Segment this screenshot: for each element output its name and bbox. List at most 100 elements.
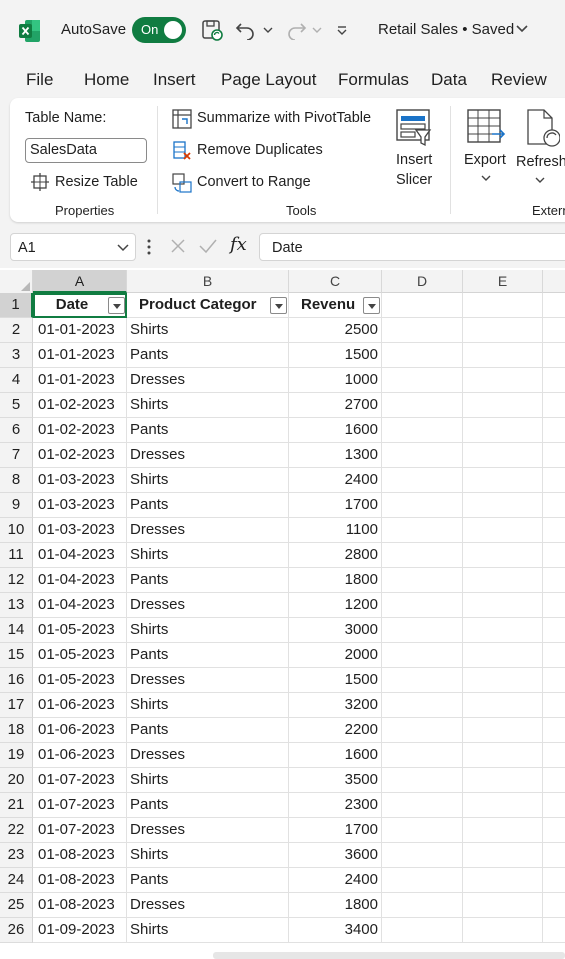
- revenue-cell[interactable]: 2700: [289, 393, 382, 418]
- category-cell[interactable]: Pants: [127, 643, 289, 668]
- empty-cell[interactable]: [463, 493, 543, 518]
- more-options-icon[interactable]: [146, 238, 152, 256]
- undo-icon[interactable]: [234, 17, 258, 43]
- empty-cell[interactable]: [382, 568, 463, 593]
- revenue-cell[interactable]: 2300: [289, 793, 382, 818]
- empty-cell[interactable]: [463, 593, 543, 618]
- empty-cell[interactable]: [543, 418, 565, 443]
- date-filter-button[interactable]: [108, 297, 125, 314]
- date-cell[interactable]: 01-01-2023: [33, 368, 127, 393]
- empty-cell[interactable]: [382, 818, 463, 843]
- empty-cell[interactable]: [463, 343, 543, 368]
- empty-cell[interactable]: [543, 518, 565, 543]
- revenue-cell[interactable]: 2800: [289, 543, 382, 568]
- date-cell[interactable]: 01-08-2023: [33, 868, 127, 893]
- row-header[interactable]: 5: [0, 393, 33, 418]
- revenue-cell[interactable]: 3200: [289, 693, 382, 718]
- row-header[interactable]: 21: [0, 793, 33, 818]
- date-cell[interactable]: 01-01-2023: [33, 318, 127, 343]
- empty-cell[interactable]: [382, 668, 463, 693]
- autosave-toggle[interactable]: On: [132, 17, 186, 43]
- tab-insert[interactable]: Insert: [153, 70, 196, 90]
- revenue-cell[interactable]: 2000: [289, 643, 382, 668]
- revenue-cell[interactable]: 1800: [289, 568, 382, 593]
- horizontal-scrollbar[interactable]: [213, 952, 565, 959]
- date-cell[interactable]: 01-08-2023: [33, 843, 127, 868]
- row-header[interactable]: 2: [0, 318, 33, 343]
- empty-cell[interactable]: [382, 693, 463, 718]
- empty-cell[interactable]: [382, 468, 463, 493]
- empty-cell[interactable]: [543, 768, 565, 793]
- tab-review[interactable]: Review: [491, 70, 547, 90]
- category-cell[interactable]: Pants: [127, 493, 289, 518]
- select-all-corner[interactable]: [0, 270, 33, 293]
- empty-cell[interactable]: [382, 643, 463, 668]
- empty-cell[interactable]: [543, 818, 565, 843]
- revenue-cell[interactable]: 3000: [289, 618, 382, 643]
- date-cell[interactable]: 01-04-2023: [33, 593, 127, 618]
- customize-toolbar-icon[interactable]: [334, 17, 350, 43]
- undo-dropdown-chevron-icon[interactable]: [262, 17, 274, 43]
- empty-cell[interactable]: [463, 543, 543, 568]
- empty-cell[interactable]: [382, 443, 463, 468]
- row-header[interactable]: 17: [0, 693, 33, 718]
- row-header[interactable]: 19: [0, 743, 33, 768]
- revenue-cell[interactable]: 2200: [289, 718, 382, 743]
- empty-cell[interactable]: [543, 843, 565, 868]
- category-cell[interactable]: Dresses: [127, 893, 289, 918]
- revenue-cell[interactable]: 3400: [289, 918, 382, 943]
- category-cell[interactable]: Shirts: [127, 693, 289, 718]
- confirm-entry-icon[interactable]: [198, 238, 218, 254]
- tab-home[interactable]: Home: [84, 70, 129, 90]
- date-cell[interactable]: 01-05-2023: [33, 668, 127, 693]
- category-cell[interactable]: Shirts: [127, 543, 289, 568]
- revenue-cell[interactable]: 3500: [289, 768, 382, 793]
- category-cell[interactable]: Shirts: [127, 918, 289, 943]
- empty-cell[interactable]: [463, 843, 543, 868]
- category-cell[interactable]: Dresses: [127, 368, 289, 393]
- category-cell[interactable]: Shirts: [127, 843, 289, 868]
- empty-cell[interactable]: [463, 393, 543, 418]
- insert-slicer-button[interactable]: Insert: [396, 152, 432, 168]
- empty-cell[interactable]: [463, 718, 543, 743]
- column-header-b[interactable]: B: [127, 270, 289, 293]
- empty-cell[interactable]: [543, 468, 565, 493]
- empty-cell[interactable]: [463, 443, 543, 468]
- row-header[interactable]: 11: [0, 543, 33, 568]
- remove-duplicates-button[interactable]: Remove Duplicates: [197, 142, 323, 158]
- empty-cell[interactable]: [543, 568, 565, 593]
- row-header[interactable]: 4: [0, 368, 33, 393]
- date-cell[interactable]: 01-06-2023: [33, 693, 127, 718]
- empty-cell[interactable]: [382, 918, 463, 943]
- summarize-pivottable-button[interactable]: Summarize with PivotTable: [197, 110, 371, 126]
- row-header[interactable]: 9: [0, 493, 33, 518]
- date-cell[interactable]: 01-04-2023: [33, 543, 127, 568]
- insert-function-button[interactable]: fx: [230, 234, 247, 255]
- revenue-cell[interactable]: 1100: [289, 518, 382, 543]
- empty-cell[interactable]: [382, 893, 463, 918]
- category-cell[interactable]: Dresses: [127, 518, 289, 543]
- empty-cell[interactable]: [463, 743, 543, 768]
- row-header[interactable]: 23: [0, 843, 33, 868]
- empty-cell[interactable]: [543, 618, 565, 643]
- empty-cell[interactable]: [463, 568, 543, 593]
- empty-cell[interactable]: [382, 393, 463, 418]
- document-title-chevron-icon[interactable]: [515, 22, 529, 36]
- category-cell[interactable]: Dresses: [127, 443, 289, 468]
- empty-cell[interactable]: [463, 893, 543, 918]
- insert-slicer-button-line2[interactable]: Slicer: [396, 172, 432, 188]
- category-cell[interactable]: Shirts: [127, 618, 289, 643]
- empty-cell[interactable]: [543, 668, 565, 693]
- empty-cell[interactable]: [382, 493, 463, 518]
- category-cell[interactable]: Pants: [127, 343, 289, 368]
- revenue-filter-button[interactable]: [363, 297, 380, 314]
- revenue-cell[interactable]: 1700: [289, 818, 382, 843]
- redo-dropdown-chevron-icon[interactable]: [311, 17, 323, 43]
- row-header[interactable]: 14: [0, 618, 33, 643]
- empty-cell[interactable]: [382, 793, 463, 818]
- empty-cell[interactable]: [382, 293, 463, 318]
- revenue-cell[interactable]: 1500: [289, 343, 382, 368]
- save-icon[interactable]: [200, 17, 224, 43]
- revenue-cell[interactable]: 1600: [289, 743, 382, 768]
- header-cell-product-category[interactable]: Product Categor: [127, 293, 289, 318]
